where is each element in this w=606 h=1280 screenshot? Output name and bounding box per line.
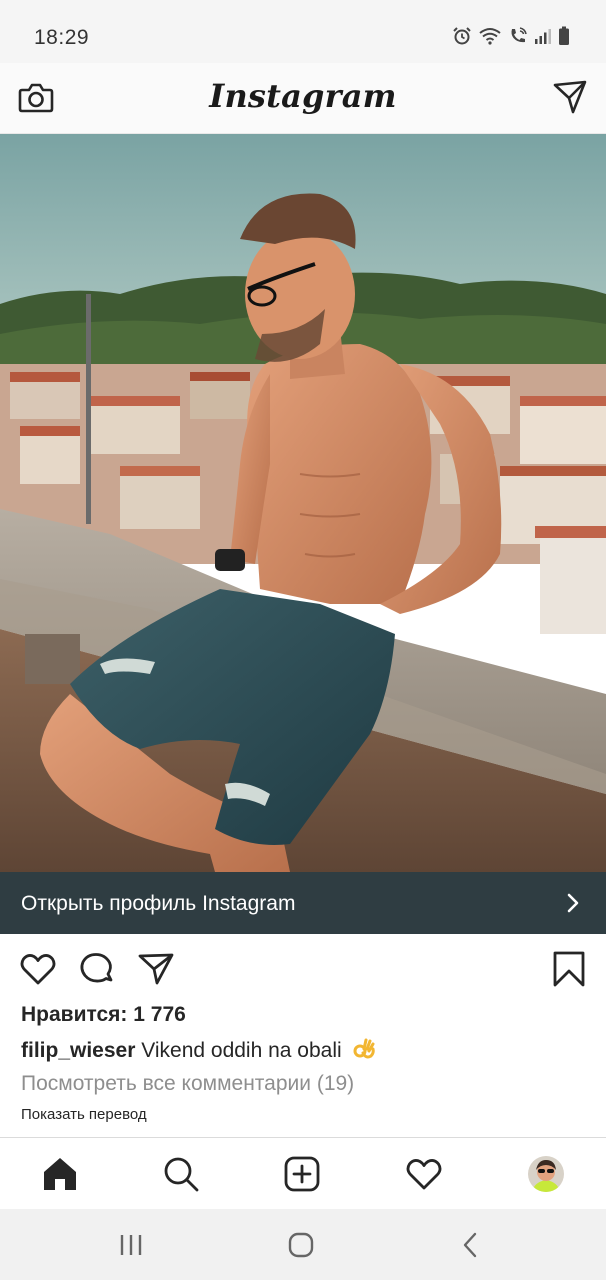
- direct-message-icon[interactable]: [552, 79, 588, 115]
- wifi-call-icon: [511, 27, 527, 43]
- chevron-right-icon: [567, 893, 579, 913]
- signal-icon: [535, 29, 551, 44]
- activity-icon[interactable]: [405, 1155, 443, 1193]
- status-bar: 18:29: [0, 0, 606, 63]
- alarm-icon: [453, 27, 471, 45]
- home-icon[interactable]: [41, 1155, 79, 1193]
- post-actions: [0, 934, 606, 1004]
- back-icon[interactable]: [455, 1229, 487, 1261]
- app-bar: Instagram: [0, 63, 606, 134]
- post-caption: filip_wieser Vikend oddih na obali: [21, 1037, 376, 1063]
- home-button-icon[interactable]: [285, 1229, 317, 1261]
- wifi-icon: [479, 28, 501, 45]
- open-profile-label: Открыть профиль Instagram: [21, 892, 296, 915]
- caption-username[interactable]: filip_wieser: [21, 1039, 135, 1062]
- system-navigation-bar: [0, 1209, 606, 1280]
- instagram-logo: Instagram: [209, 77, 397, 115]
- new-post-icon[interactable]: [283, 1155, 321, 1193]
- battery-icon: [559, 26, 569, 45]
- view-all-comments[interactable]: Посмотреть все комментарии (19): [21, 1072, 354, 1096]
- post-photo[interactable]: [0, 134, 606, 872]
- recent-apps-icon[interactable]: [115, 1229, 147, 1261]
- ok-hand-emoji: [353, 1038, 375, 1059]
- profile-avatar[interactable]: [528, 1156, 564, 1192]
- bookmark-icon[interactable]: [550, 950, 588, 988]
- share-icon[interactable]: [137, 950, 175, 988]
- post-image: [0, 134, 606, 872]
- comment-icon[interactable]: [78, 950, 116, 988]
- status-time: 18:29: [34, 26, 90, 49]
- search-icon[interactable]: [162, 1155, 200, 1193]
- heart-icon[interactable]: [19, 950, 57, 988]
- open-profile-banner[interactable]: Открыть профиль Instagram: [0, 872, 606, 934]
- status-icons: [452, 26, 570, 46]
- likes-count[interactable]: Нравится: 1 776: [21, 1003, 186, 1027]
- caption-text: Vikend oddih na obali: [141, 1039, 342, 1062]
- show-translation[interactable]: Показать перевод: [21, 1106, 147, 1123]
- bottom-tab-bar: [0, 1137, 606, 1209]
